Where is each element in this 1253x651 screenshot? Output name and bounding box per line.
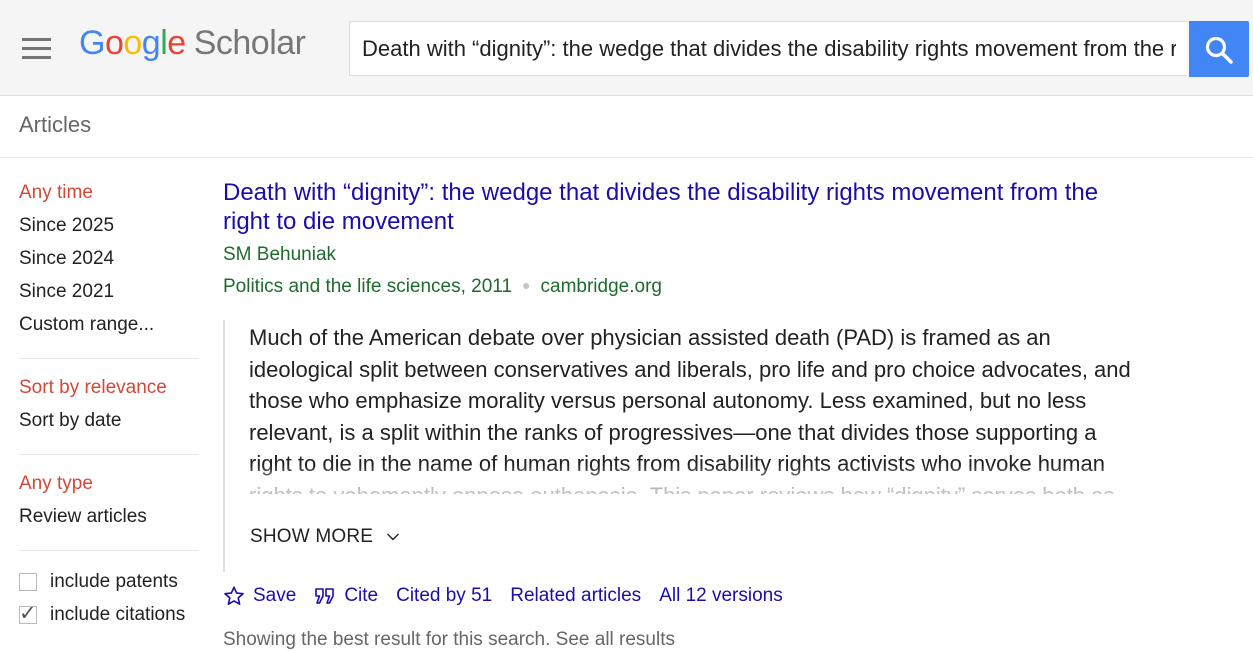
checkmark-icon: ✓: [19, 601, 37, 625]
logo-letter: e: [167, 24, 186, 62]
filter-since-2025[interactable]: Since 2025: [19, 211, 199, 244]
save-button[interactable]: Save: [223, 585, 296, 607]
logo-letter: G: [79, 24, 105, 62]
separator-dot-icon: ●: [522, 277, 531, 293]
sidebar-divider: [19, 550, 199, 551]
google-scholar-logo[interactable]: Google Scholar: [79, 24, 306, 63]
logo-letter: o: [123, 24, 142, 62]
search-button[interactable]: [1189, 21, 1249, 77]
subheader: Articles: [0, 96, 1253, 158]
result-title-link[interactable]: Death with “dignity”: the wedge that div…: [223, 178, 1143, 236]
sidebar-divider: [19, 358, 199, 359]
search-icon: [1205, 36, 1233, 64]
include-citations-checkbox[interactable]: ✓: [19, 602, 37, 625]
results-note: Showing the best result for this search.…: [223, 629, 676, 650]
show-more-button[interactable]: SHOW MORE: [250, 526, 400, 548]
filter-any-type[interactable]: Any type: [19, 469, 199, 502]
include-citations-label: include citations: [50, 603, 186, 625]
logo-letter: o: [104, 24, 124, 62]
include-patents-label: include patents: [50, 570, 178, 592]
sort-by-relevance[interactable]: Sort by relevance: [19, 373, 199, 406]
hamburger-menu-icon[interactable]: [22, 38, 52, 60]
search-input[interactable]: [350, 22, 1176, 75]
search-result: Death with “dignity”: the wedge that div…: [223, 178, 1143, 607]
include-patents-checkbox[interactable]: [19, 572, 37, 591]
cite-button[interactable]: Cite: [314, 585, 378, 607]
section-label: Articles: [19, 112, 92, 137]
include-patents-toggle[interactable]: include patents: [19, 565, 199, 598]
filter-review-articles[interactable]: Review articles: [19, 502, 199, 535]
cite-label: Cite: [344, 585, 379, 606]
save-label: Save: [253, 585, 297, 606]
logo-product-name: Scholar: [193, 24, 306, 62]
result-publication: Politics and the life sciences, 2011: [223, 276, 513, 297]
result-venue: Politics and the life sciences, 2011 ● cam…: [223, 274, 1143, 300]
star-icon: [223, 585, 245, 607]
sidebar: Any time Since 2025 Since 2024 Since 202…: [19, 178, 199, 631]
include-citations-toggle[interactable]: ✓ include citations: [19, 598, 199, 631]
result-abstract: Much of the American debate over physici…: [249, 325, 1131, 494]
abstract-block: Much of the American debate over physici…: [223, 320, 1143, 572]
top-bar: Google Scholar: [0, 0, 1253, 96]
filter-since-2024[interactable]: Since 2024: [19, 244, 199, 277]
search-box: [349, 21, 1187, 76]
all-versions-link[interactable]: All 12 versions: [659, 585, 783, 607]
result-actions: Save Cite Cited by 51 Related articles A…: [223, 585, 1143, 607]
chevron-down-icon: [386, 533, 399, 541]
show-more-label: SHOW MORE: [250, 526, 374, 547]
logo-letter: g: [141, 24, 161, 62]
filter-since-2021[interactable]: Since 2021: [19, 277, 199, 310]
filter-any-time[interactable]: Any time: [19, 178, 199, 211]
quote-icon: [314, 586, 336, 606]
result-author-link[interactable]: SM Behuniak: [223, 242, 1143, 268]
sidebar-divider: [19, 454, 199, 455]
sort-by-date[interactable]: Sort by date: [19, 406, 199, 439]
cited-by-link[interactable]: Cited by 51: [396, 585, 492, 607]
related-articles-link[interactable]: Related articles: [510, 585, 641, 607]
result-source-link[interactable]: cambridge.org: [541, 276, 662, 297]
filter-custom-range[interactable]: Custom range...: [19, 310, 199, 343]
